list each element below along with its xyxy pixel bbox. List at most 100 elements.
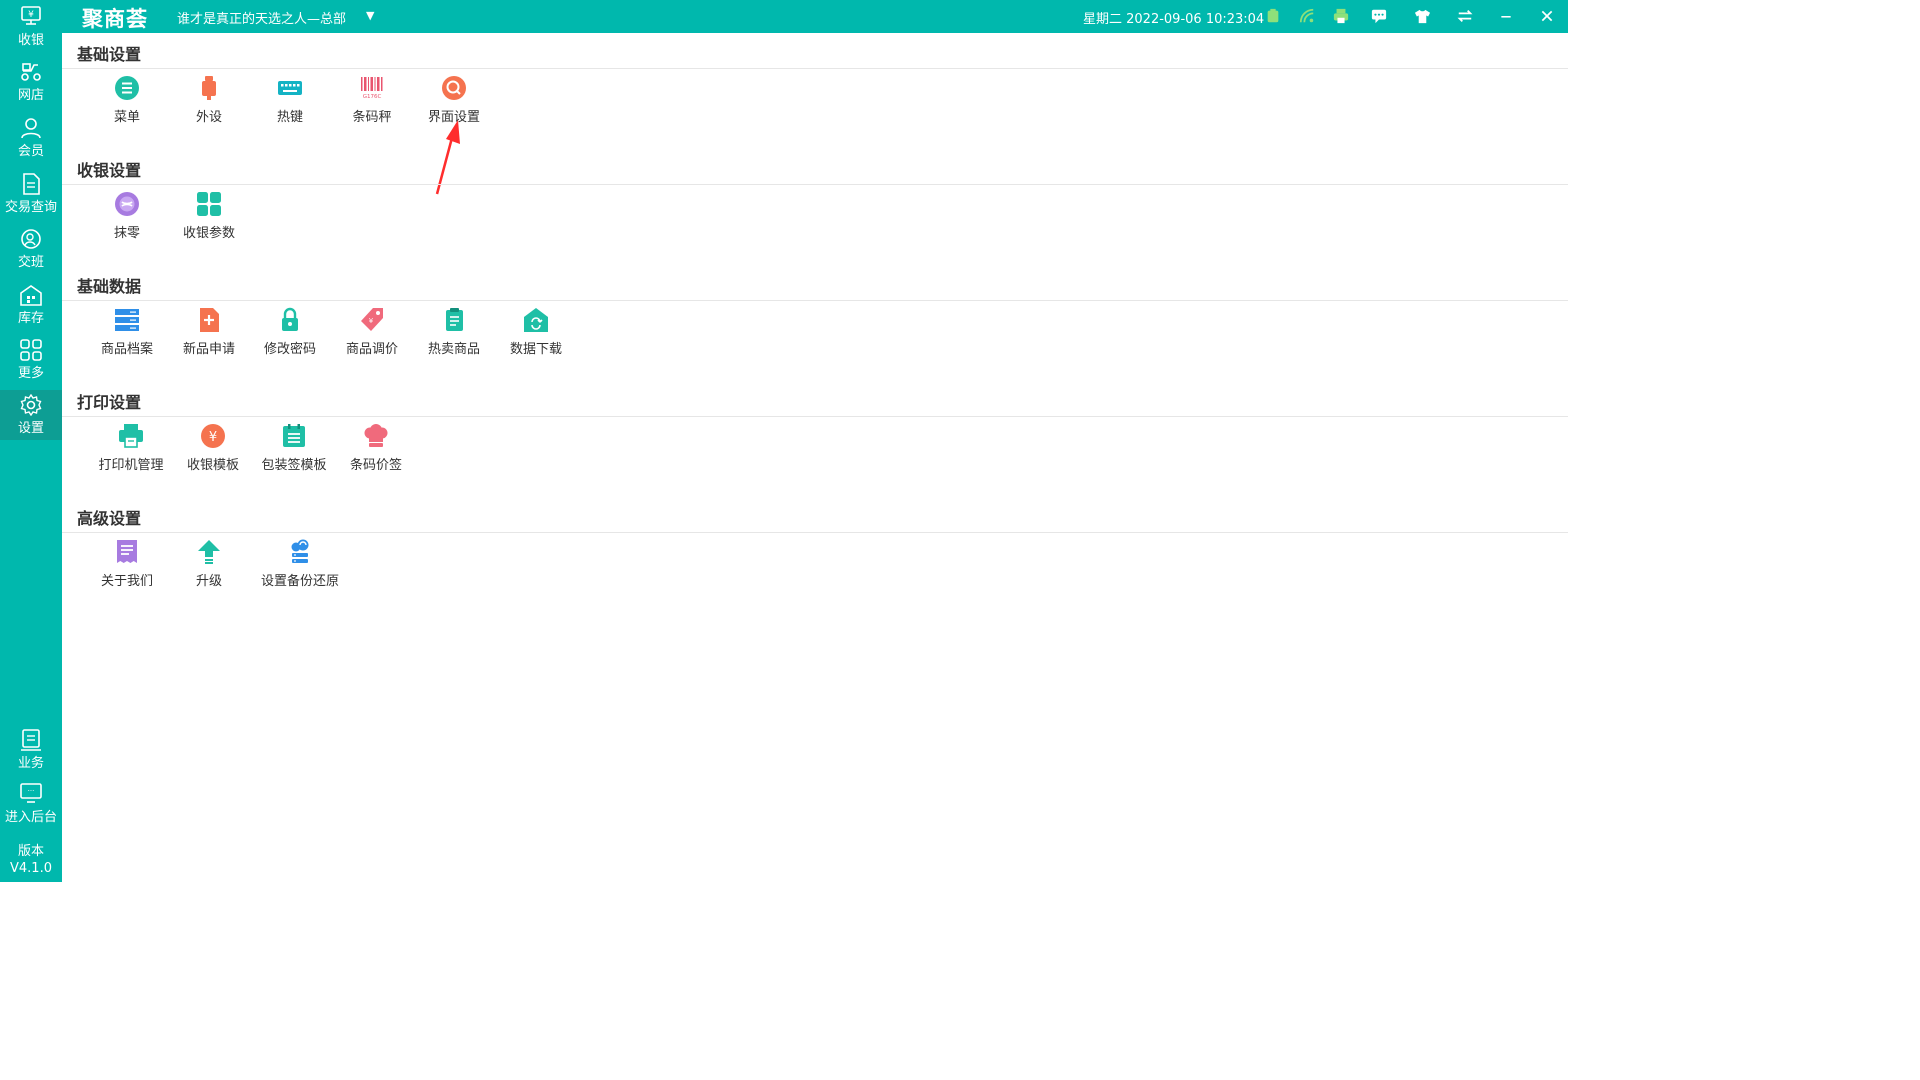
section-title-advanced-settings: 高级设置 xyxy=(77,509,142,528)
sidebar-item-label: 业务 xyxy=(17,756,44,771)
keyboard-icon xyxy=(278,81,302,95)
tile-price-adjust[interactable]: ¥ 商品调价 xyxy=(327,307,417,357)
server-icon xyxy=(115,309,139,331)
barcode-icon: G176C xyxy=(361,77,383,100)
section-divider xyxy=(62,532,1568,533)
tile-label: 收银模板 xyxy=(186,458,239,473)
version-label: 版本 xyxy=(17,844,44,859)
lock-icon xyxy=(282,307,298,331)
tile-printer-management[interactable]: 打印机管理 xyxy=(86,423,176,473)
sidebar-item-business[interactable]: 业务 xyxy=(0,725,62,775)
tile-hot-products[interactable]: 热卖商品 xyxy=(409,307,499,357)
brand-logo: 聚商荟 xyxy=(82,7,148,31)
wifi-icon[interactable] xyxy=(1298,7,1316,25)
tile-cashier-params[interactable]: 收银参数 xyxy=(164,191,254,241)
minimize-icon[interactable] xyxy=(1497,7,1515,25)
message-icon[interactable] xyxy=(1370,7,1388,25)
sidebar-item-member[interactable]: 会员 xyxy=(0,113,62,163)
sidebar: ¥ 收银 网店 会员 交易查询 交班 库存 更多 设置 业务 ··· 进入后台 … xyxy=(0,0,62,882)
sidebar-item-more[interactable]: 更多 xyxy=(0,335,62,385)
cloud-backup-icon xyxy=(291,539,309,563)
sidebar-item-cashier[interactable]: ¥ 收银 xyxy=(0,2,62,52)
business-icon xyxy=(21,729,41,751)
sidebar-item-transactions[interactable]: 交易查询 xyxy=(0,169,62,219)
tile-label: 升级 xyxy=(195,574,222,589)
tile-label: 打印机管理 xyxy=(98,458,164,473)
sidebar-item-backend[interactable]: ··· 进入后台 xyxy=(0,779,62,829)
barcode-text: G176C xyxy=(363,94,382,100)
tile-label: 商品档案 xyxy=(100,342,153,357)
tile-label: 新品申请 xyxy=(182,342,235,357)
close-icon[interactable] xyxy=(1538,7,1556,25)
tile-package-label-template[interactable]: 包装签模板 xyxy=(249,423,339,473)
tile-cashier-template[interactable]: ¥ 收银模板 xyxy=(168,423,258,473)
section-title-print-settings: 打印设置 xyxy=(77,393,142,412)
search-circle-icon xyxy=(442,76,466,100)
chef-hat-icon xyxy=(364,424,388,447)
tile-menu[interactable]: 菜单 xyxy=(82,75,172,125)
skin-icon[interactable] xyxy=(1413,7,1431,25)
sidebar-item-label: 收银 xyxy=(17,33,44,48)
sidebar-item-online-store[interactable]: 网店 xyxy=(0,57,62,107)
tile-barcode-price-label[interactable]: 条码价签 xyxy=(331,423,421,473)
tile-data-download[interactable]: 数据下载 xyxy=(491,307,581,357)
version-number: V4.1.0 xyxy=(10,861,52,876)
printer-manage-icon xyxy=(119,424,143,448)
hot-list-icon xyxy=(446,308,463,331)
gear-icon xyxy=(20,394,42,416)
tiles-icon xyxy=(197,192,221,216)
tile-barcode-scale[interactable]: G176C 条码秤 xyxy=(327,75,417,125)
tile-label: 修改密码 xyxy=(263,342,316,357)
tile-peripherals[interactable]: 外设 xyxy=(164,75,254,125)
version-info: 版本 V4.1.0 xyxy=(0,843,62,877)
tile-about-us[interactable]: 关于我们 xyxy=(82,539,172,589)
section-divider xyxy=(62,184,1568,185)
tile-label: 热键 xyxy=(276,110,303,125)
section-divider xyxy=(62,68,1568,69)
upgrade-arrow-icon xyxy=(198,540,220,564)
sidebar-item-shift[interactable]: 交班 xyxy=(0,224,62,274)
sidebar-item-label: 交易查询 xyxy=(4,200,57,215)
tile-round-off[interactable]: 抹零 xyxy=(82,191,172,241)
section-title-cashier-settings: 收银设置 xyxy=(77,161,142,180)
svg-text:¥: ¥ xyxy=(369,317,374,325)
member-icon xyxy=(21,118,41,139)
download-home-icon xyxy=(524,308,548,332)
sidebar-item-inventory[interactable]: 库存 xyxy=(0,280,62,330)
tile-new-product-request[interactable]: 新品申请 xyxy=(164,307,254,357)
receipt-icon xyxy=(117,540,137,563)
switch-icon[interactable] xyxy=(1456,7,1474,25)
tile-label: 菜单 xyxy=(113,110,140,125)
section-title-basic-settings: 基础设置 xyxy=(77,45,142,64)
tile-settings-backup-restore[interactable]: 设置备份还原 xyxy=(255,539,345,589)
tile-label: 条码价签 xyxy=(349,458,402,473)
tile-label: 商品调价 xyxy=(345,342,398,357)
store-selector[interactable]: 谁才是真正的天选之人—总部 xyxy=(177,8,346,27)
title-bar: 聚商荟 谁才是真正的天选之人—总部 ▼ 星期二 2022-09-06 10:23… xyxy=(62,0,1568,33)
tile-label: 设置备份还原 xyxy=(260,574,339,589)
svg-text:···: ··· xyxy=(28,787,35,795)
tile-change-password[interactable]: 修改密码 xyxy=(245,307,335,357)
sidebar-item-label: 更多 xyxy=(17,366,44,381)
tile-upgrade[interactable]: 升级 xyxy=(164,539,254,589)
add-file-icon xyxy=(200,308,219,332)
sidebar-item-label: 进入后台 xyxy=(4,810,57,825)
sidebar-item-label: 交班 xyxy=(17,255,44,270)
battery-icon[interactable] xyxy=(1264,7,1282,25)
tile-product-archive[interactable]: 商品档案 xyxy=(82,307,172,357)
sidebar-item-label: 会员 xyxy=(17,144,44,159)
cashier-icon: ¥ xyxy=(21,6,41,25)
document-icon xyxy=(23,173,40,195)
sidebar-item-settings[interactable]: 设置 xyxy=(0,390,62,440)
usb-device-icon xyxy=(202,76,216,100)
chevron-down-icon[interactable]: ▼ xyxy=(366,9,374,22)
tile-hotkeys[interactable]: 热键 xyxy=(245,75,335,125)
tile-label: 数据下载 xyxy=(509,342,562,357)
tile-label: 热卖商品 xyxy=(427,342,480,357)
svg-text:¥: ¥ xyxy=(209,430,217,445)
section-divider xyxy=(62,300,1568,301)
printer-icon[interactable] xyxy=(1332,7,1350,25)
sidebar-item-label: 库存 xyxy=(17,311,44,326)
warehouse-icon xyxy=(20,285,42,306)
tile-label: 抹零 xyxy=(113,226,140,241)
